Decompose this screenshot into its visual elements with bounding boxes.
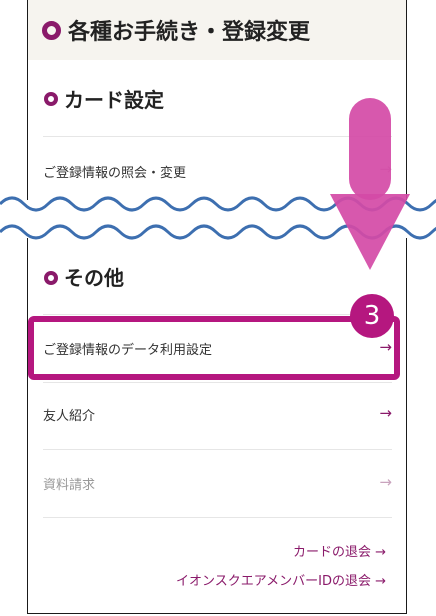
arrow-right-icon: → — [379, 404, 392, 422]
divider — [43, 382, 392, 383]
card-cancel-link[interactable]: カードの退会 → — [293, 541, 386, 560]
section-title-other: その他 — [64, 266, 124, 290]
menu-item-label: 資料請求 — [43, 478, 96, 493]
arrow-right-icon: → — [379, 473, 392, 491]
member-id-cancel-link[interactable]: イオンスクエアメンバーIDの退会 → — [176, 570, 386, 589]
ring-icon — [44, 271, 58, 285]
ring-icon — [44, 92, 58, 106]
divider — [43, 449, 392, 450]
menu-item-label: 友人紹介 — [43, 409, 96, 424]
screen-frame: 各種お手続き・登録変更 カード設定 ご登録情報の照会・変更 → その他 ご登録情… — [27, 0, 407, 614]
page-title: 各種お手続き・登録変更 — [68, 20, 311, 45]
section-title-card: カード設定 — [64, 88, 164, 112]
down-arrow-icon — [330, 98, 410, 270]
divider — [43, 517, 392, 518]
menu-item-label: ご登録情報の照会・変更 — [43, 166, 187, 181]
step-badge: 3 — [350, 294, 394, 338]
title-bar: 各種お手続き・登録変更 — [28, 0, 406, 60]
highlight-box — [28, 316, 400, 380]
ring-icon — [42, 21, 61, 40]
divider — [43, 314, 392, 315]
